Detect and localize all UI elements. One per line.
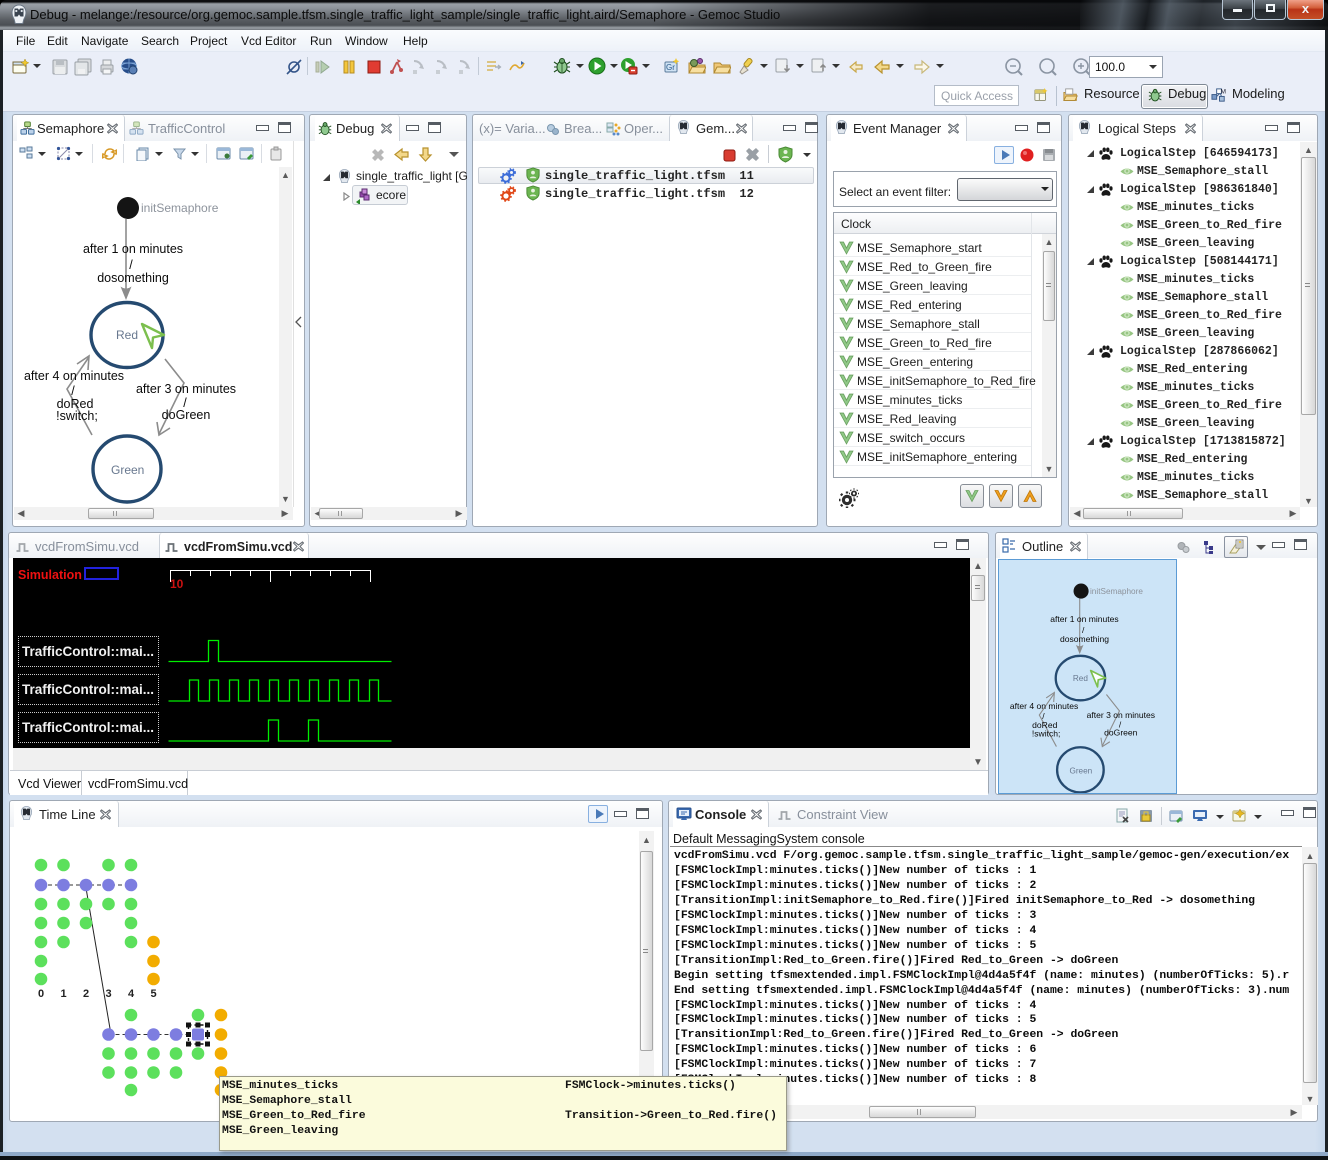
svg-text:Green: Green — [111, 463, 144, 477]
svg-text:dosomething: dosomething — [1060, 634, 1109, 644]
svg-text:after 3 on minutes: after 3 on minutes — [136, 382, 236, 396]
svg-text:M: M — [1220, 89, 1226, 96]
svg-text:0: 0 — [38, 988, 44, 1000]
svg-text:3: 3 — [105, 988, 111, 1000]
svg-text:Red: Red — [1073, 674, 1088, 683]
svg-text:after 4 on minutes: after 4 on minutes — [24, 369, 124, 383]
svg-text:!switch;: !switch; — [1032, 728, 1061, 738]
svg-text:/: / — [71, 384, 75, 398]
svg-text:after 1 on minutes: after 1 on minutes — [1050, 614, 1118, 624]
svg-text:after 3 on minutes: after 3 on minutes — [1087, 710, 1155, 720]
svg-text:after 4 on minutes: after 4 on minutes — [1010, 701, 1078, 711]
svg-text:after 1 on minutes: after 1 on minutes — [83, 242, 183, 256]
svg-text:Red: Red — [116, 328, 138, 342]
svg-text:initSemaphore: initSemaphore — [141, 201, 219, 215]
svg-text:doGreen: doGreen — [1104, 728, 1138, 738]
svg-text:!switch;: !switch; — [56, 409, 98, 423]
svg-text:1: 1 — [60, 988, 66, 1000]
svg-text:initSemaphore: initSemaphore — [1090, 587, 1143, 596]
svg-text:Green: Green — [1069, 766, 1092, 775]
svg-text:dosomething: dosomething — [97, 271, 169, 285]
svg-text:2: 2 — [83, 988, 89, 1000]
svg-text:/: / — [129, 258, 133, 272]
svg-text:4: 4 — [128, 988, 135, 1000]
svg-text:doGreen: doGreen — [162, 408, 211, 422]
svg-text:5: 5 — [150, 988, 156, 1000]
svg-text:Gr: Gr — [666, 63, 675, 72]
